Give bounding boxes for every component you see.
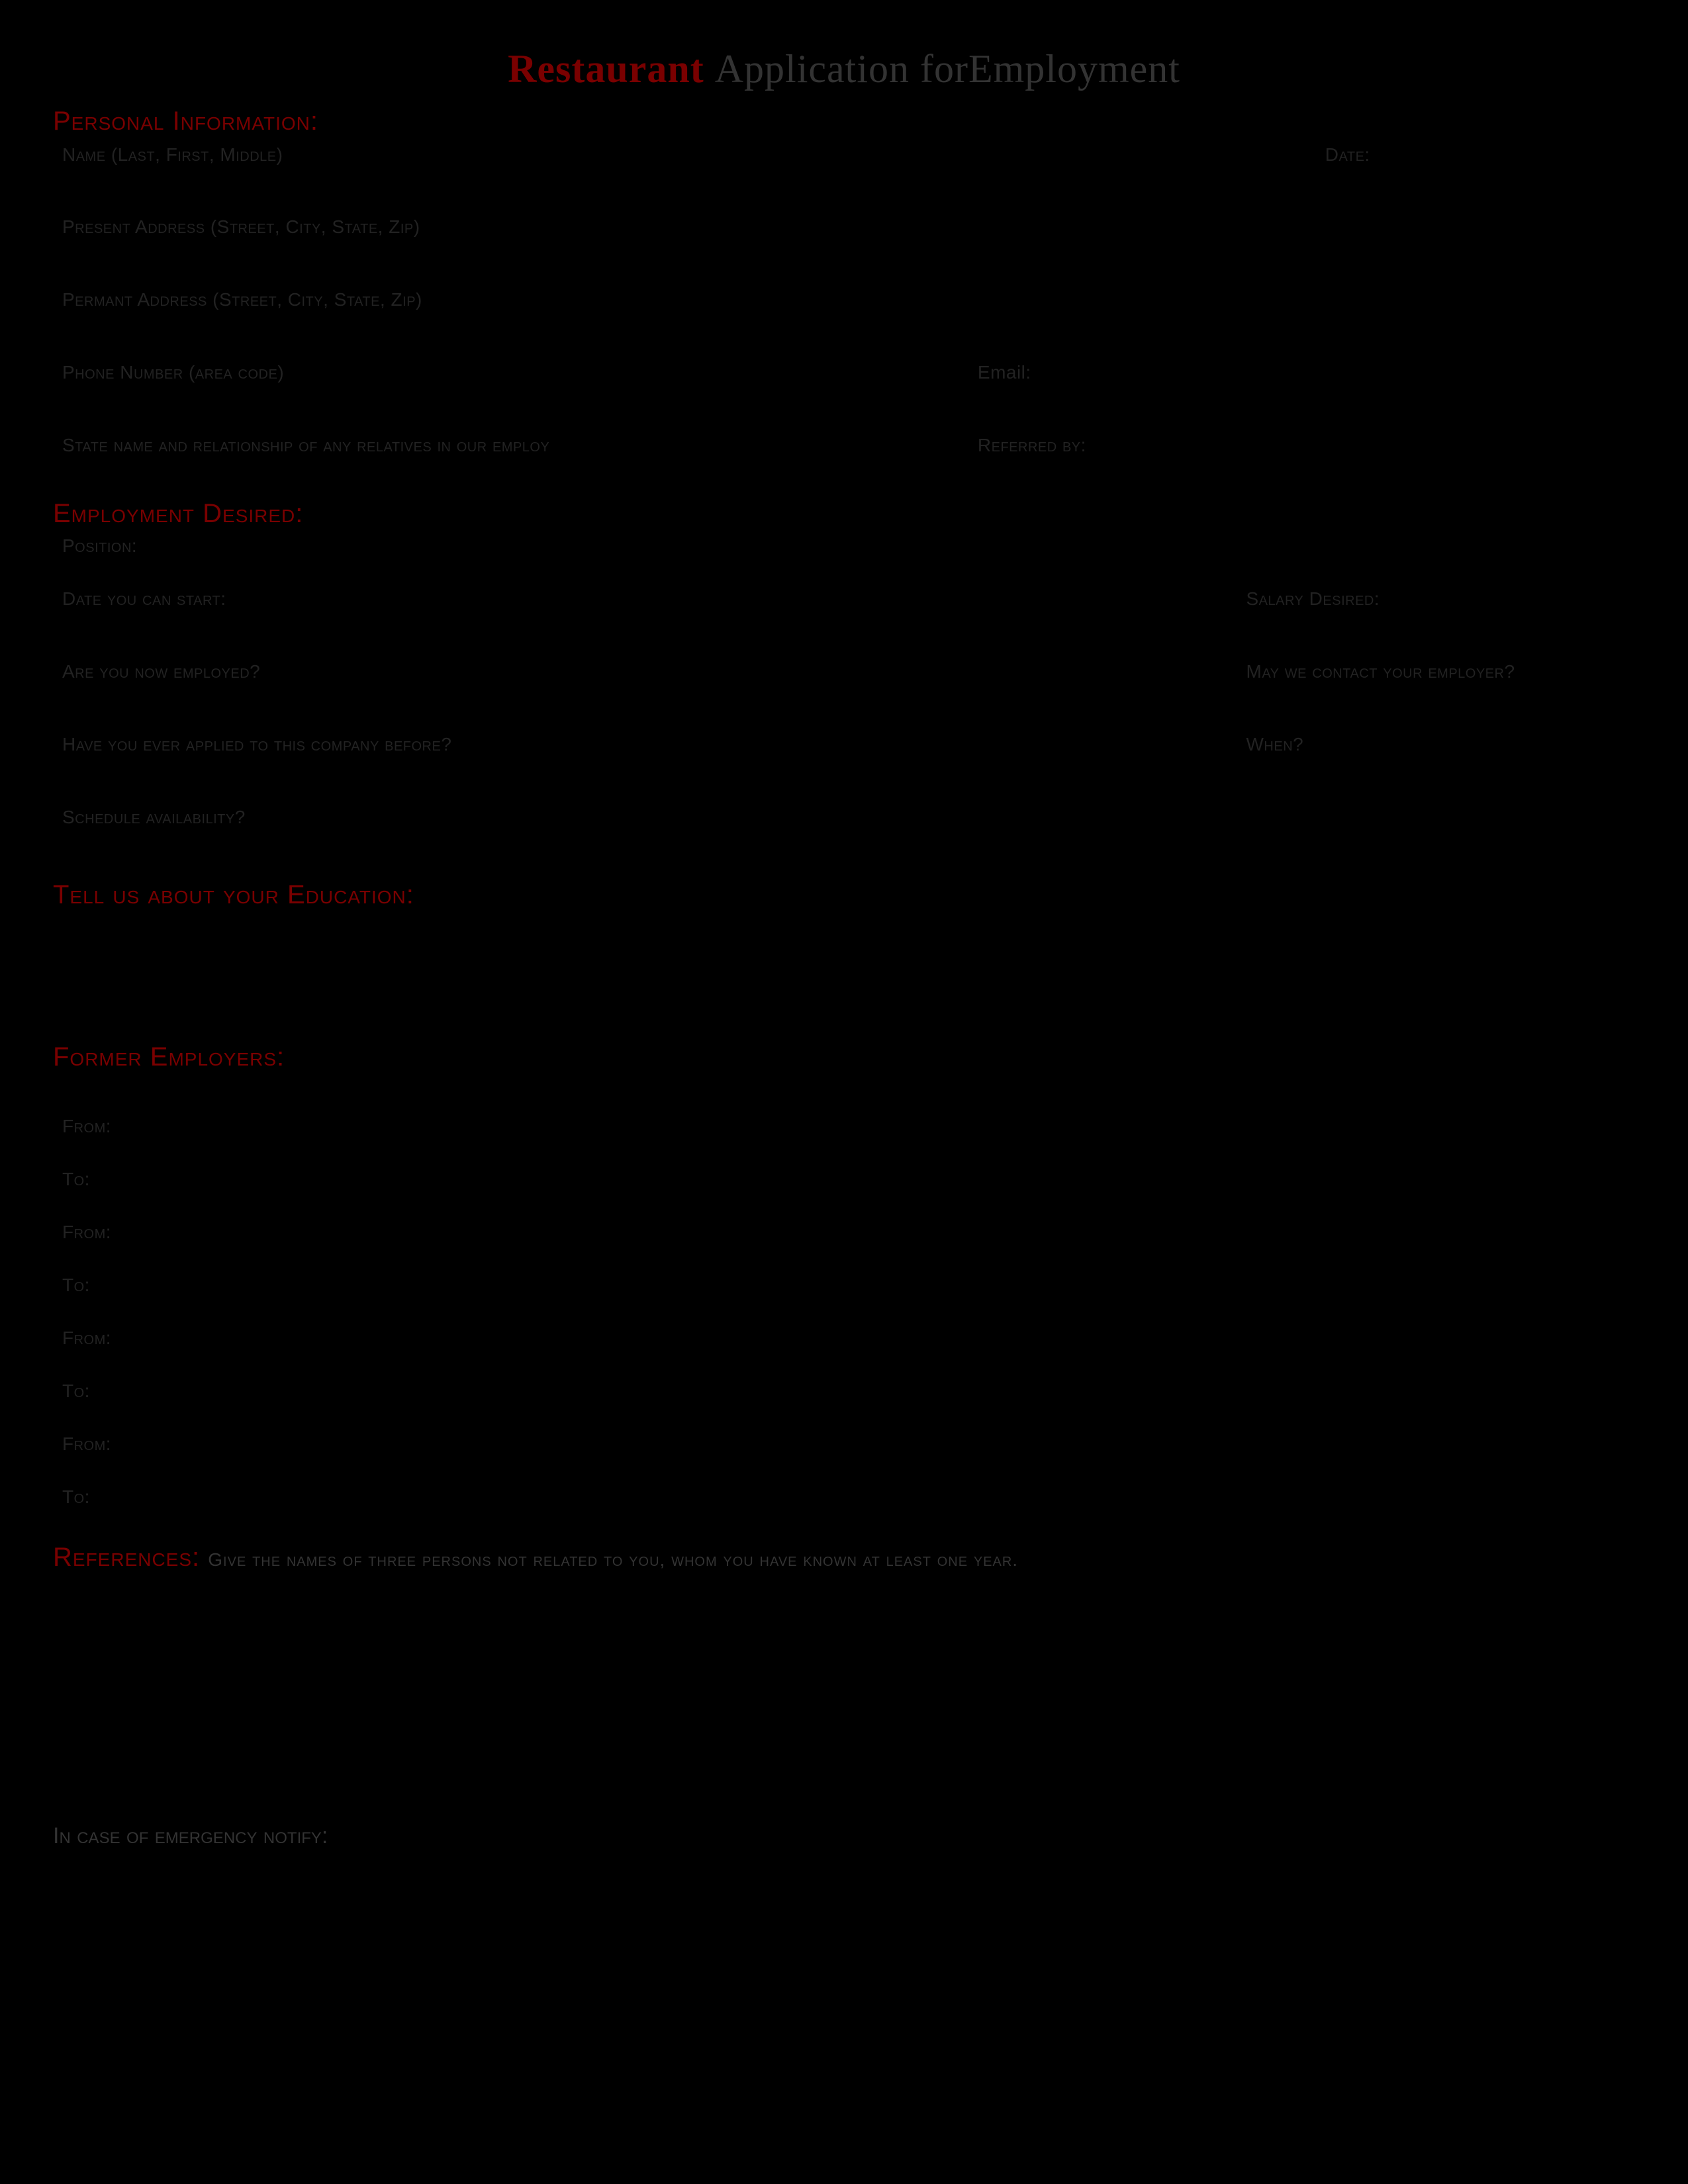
label-dollar: $ [835, 1328, 846, 1348]
label-to: To: [62, 1169, 90, 1189]
page-title: Restaurant Application forEmployment [53, 46, 1635, 92]
label-start-date: Date you can start: [62, 588, 226, 609]
emergency-address-line[interactable] [177, 1860, 1182, 1882]
reference-row[interactable]: 2. [54, 1676, 1634, 1743]
emergency-phone-line[interactable] [1278, 1860, 1635, 1882]
references-title: References: [53, 1543, 200, 1572]
col-ref-business: Business [851, 1582, 932, 1604]
label-per: per [835, 1381, 863, 1401]
label-applied-before: Have you ever applied to this company be… [62, 734, 451, 754]
col-date: Date, Month & Year [62, 1083, 226, 1103]
label-phone: Phone Number (area code) [62, 362, 284, 383]
reason-cell[interactable] [1239, 1429, 1634, 1535]
references-table: Name Address Business Years Aquaintinted… [53, 1574, 1635, 1810]
label-from: From: [62, 1328, 111, 1348]
label-from: From: [62, 1222, 111, 1242]
position-cell[interactable] [986, 1111, 1239, 1217]
label-from: From: [62, 1116, 111, 1136]
employer-cell[interactable] [307, 1429, 828, 1535]
reference-row[interactable]: 1. [54, 1610, 1634, 1676]
label-schedule: Schedule availability? [62, 807, 246, 827]
label-dollar: $ [835, 1116, 846, 1136]
label-emergency-phone: PHONE: [1189, 1862, 1275, 1888]
employer-cell[interactable] [307, 1217, 828, 1323]
label-salary-desired: Salary Desired: [1246, 588, 1380, 609]
title-brand: Restaurant [508, 47, 704, 91]
reason-cell[interactable] [1239, 1111, 1634, 1217]
label-dollar: $ [835, 1222, 846, 1242]
label-per: per [835, 1486, 863, 1507]
section-education-header: Tell us about your Education: [53, 880, 1635, 910]
col-salary: Salary [835, 1083, 891, 1103]
col-ref-years: Years Aquaintinted [1325, 1582, 1490, 1604]
label-per: per: [835, 1169, 868, 1189]
label-relatives: State name and relationship of any relat… [62, 435, 549, 455]
position-cell[interactable] [986, 1429, 1239, 1535]
label-present-address: Present Address (Street, City, State, Zi… [62, 216, 420, 237]
label-employed-now: Are you now employed? [62, 661, 260, 682]
col-position: Position [994, 1083, 1060, 1103]
personal-table: Name (Last, First, Middle) Date: Present… [53, 138, 1635, 484]
label-name: Name (Last, First, Middle) [62, 144, 283, 165]
education-line[interactable] [53, 943, 1635, 983]
col-employer: Name and Address of Employer [314, 1083, 567, 1103]
label-dollar: $ [835, 1433, 846, 1454]
formers-table: Date, Month & Year Name and Address of E… [53, 1073, 1635, 1536]
reason-cell[interactable] [1239, 1217, 1634, 1323]
label-per: per: [835, 1275, 868, 1295]
section-employment-header: Employment Desired: [53, 499, 1635, 529]
col-reason: Reason for Leaving [1246, 1083, 1403, 1103]
employer-cell[interactable] [307, 1111, 828, 1217]
employment-table: Position: Date you can start: Salary Des… [53, 530, 1635, 856]
education-lines [53, 943, 1635, 1023]
references-subtitle: Give the names of three persons not rela… [208, 1549, 1018, 1570]
col-ref-name: Name [62, 1582, 115, 1604]
label-referred: Referred by: [978, 435, 1086, 455]
label-date: Date: [1325, 144, 1370, 165]
label-emergency-notify: In case of emergency notify: [53, 1823, 328, 1849]
emergency-notify-line[interactable] [330, 1821, 1635, 1843]
label-to: To: [62, 1275, 90, 1295]
label-position: Position: [62, 535, 137, 556]
reason-cell[interactable] [1239, 1323, 1634, 1429]
label-when: When? [1246, 734, 1304, 754]
label-permanent-address: Permant Address (Street, City, State, Zi… [62, 289, 422, 310]
reference-row[interactable]: 3. [54, 1743, 1634, 1809]
position-cell[interactable] [986, 1323, 1239, 1429]
ref-row-num: 3. [62, 1747, 79, 1769]
label-email: Email: [978, 362, 1031, 383]
position-cell[interactable] [986, 1217, 1239, 1323]
employer-cell[interactable] [307, 1323, 828, 1429]
col-ref-address: Address [441, 1582, 514, 1604]
label-to: To: [62, 1381, 90, 1401]
section-references-header: References: Give the names of three pers… [53, 1543, 1635, 1572]
ref-row-num: 1. [62, 1615, 79, 1637]
label-to: To: [62, 1486, 90, 1507]
section-personal-header: Personal Information: [53, 107, 1635, 136]
ref-row-num: 2. [62, 1681, 79, 1703]
label-contact-employer: May we contact your employer? [1246, 661, 1515, 682]
label-emergency-address: ADDRESS: [60, 1862, 175, 1888]
section-formers-header: Former Employers: [53, 1042, 1635, 1072]
title-main: Application forEmployment [715, 47, 1180, 91]
education-line[interactable] [53, 983, 1635, 1023]
label-from: From: [62, 1433, 111, 1454]
emergency-section: In case of emergency notify: ADDRESS: PH… [53, 1821, 1635, 1888]
